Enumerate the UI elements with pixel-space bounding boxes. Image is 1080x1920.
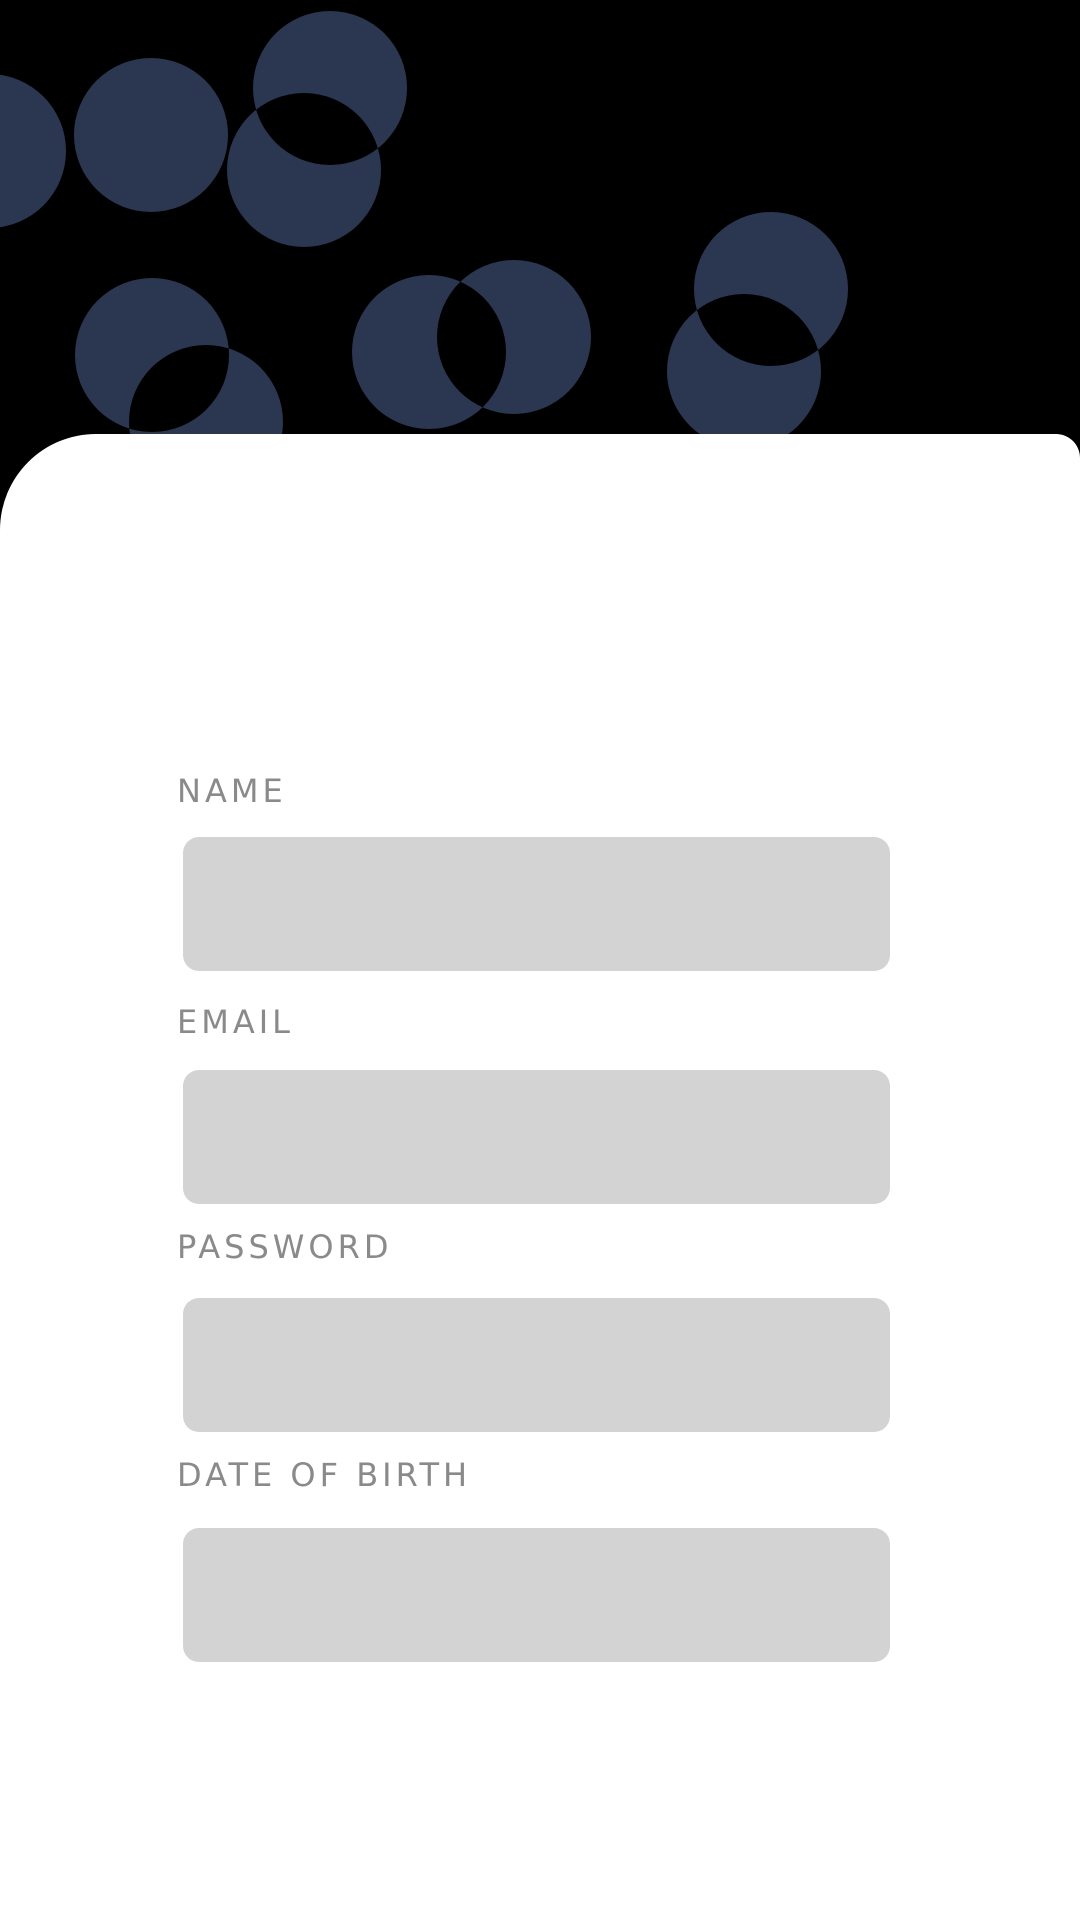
name-label: NAME xyxy=(177,772,287,810)
signup-form-card: NAME EMAIL PASSWORD DATE OF BIRTH xyxy=(0,434,1080,1920)
bubble-pair-5 xyxy=(667,212,848,440)
password-label: PASSWORD xyxy=(177,1228,393,1266)
date-of-birth-label: DATE OF BIRTH xyxy=(177,1456,472,1494)
password-input[interactable] xyxy=(183,1298,890,1432)
signup-screen: NAME EMAIL PASSWORD DATE OF BIRTH xyxy=(0,0,1080,1920)
bubble-pair-2 xyxy=(227,10,408,248)
decorative-bubble-pattern xyxy=(0,10,848,440)
name-input[interactable] xyxy=(183,837,890,971)
date-of-birth-input[interactable] xyxy=(183,1528,890,1662)
bubble-pair-1 xyxy=(0,58,228,228)
email-input[interactable] xyxy=(183,1070,890,1204)
bubble-pair-3 xyxy=(75,278,283,440)
bubble-pair-4 xyxy=(352,260,591,429)
email-label: EMAIL xyxy=(177,1003,294,1041)
